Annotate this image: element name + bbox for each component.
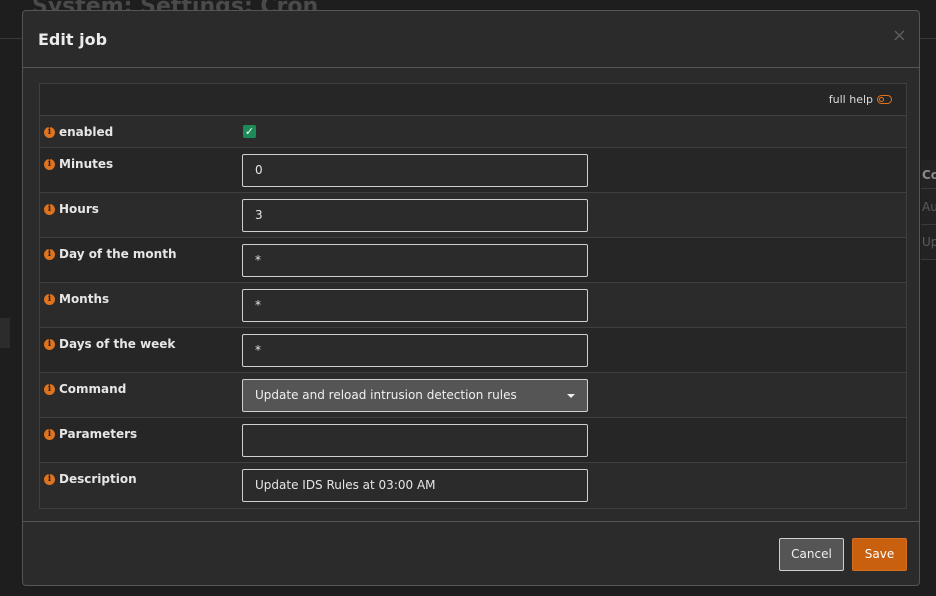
dialog-header: Edit job × [23,11,919,68]
background-table-cell: Au [922,200,936,214]
cancel-button[interactable]: Cancel [779,538,844,571]
form-row-parameters: i Parameters [40,418,906,463]
info-icon[interactable]: i [44,248,55,260]
edit-job-dialog: Edit job × full help i enabled ✓ i Minut… [22,10,920,586]
field-label: i Parameters [44,427,137,441]
full-help-label: full help [828,93,873,106]
form-row-months: i Months * [40,283,906,328]
background-table-header: Co [922,168,936,182]
form-row-days-of-week: i Days of the week * [40,328,906,373]
dialog-footer: Cancel Save [23,521,919,587]
minutes-label: Minutes [59,157,114,171]
help-bar: full help [40,84,906,116]
months-label: Months [59,292,110,306]
field-label: i Hours [44,202,99,216]
info-icon[interactable]: i [44,126,55,138]
info-icon[interactable]: i [44,158,55,170]
info-icon[interactable]: i [44,473,55,485]
form-row-day-of-month: i Day of the month * [40,238,906,283]
save-button[interactable]: Save [852,538,907,571]
info-icon[interactable]: i [44,203,55,215]
days-of-week-label: Days of the week [59,337,176,351]
dialog-title: Edit job [38,30,108,49]
info-icon[interactable]: i [44,338,55,350]
field-label: i Command [44,382,126,396]
toggle-off-icon[interactable] [877,95,892,104]
enabled-checkbox[interactable]: ✓ [243,125,256,138]
form-row-command: i Command Update and reload intrusion de… [40,373,906,418]
form-row-hours: i Hours 3 [40,193,906,238]
command-select[interactable]: Update and reload intrusion detection ru… [242,379,588,412]
parameters-input[interactable] [242,424,588,457]
chevron-down-icon [567,394,575,398]
field-label: i Months [44,292,109,306]
days-of-week-input[interactable]: * [242,334,588,367]
command-label: Command [59,382,127,396]
hours-input[interactable]: 3 [242,199,588,232]
field-label: i Description [44,472,137,486]
background-table-rule [921,259,936,260]
form-row-minutes: i Minutes 0 [40,148,906,193]
enabled-label: enabled [59,125,114,139]
full-help-toggle[interactable]: full help [829,93,892,106]
form-row-description: i Description Update IDS Rules at 03:00 … [40,463,906,508]
info-icon[interactable]: i [44,293,55,305]
day-of-month-label: Day of the month [59,247,177,261]
field-label: i Days of the week [44,337,175,351]
form-row-enabled: i enabled ✓ [40,116,906,148]
hours-label: Hours [59,202,99,216]
job-form: full help i enabled ✓ i Minutes 0 i Hour… [39,83,907,509]
info-icon[interactable]: i [44,383,55,395]
day-of-month-input[interactable]: * [242,244,588,277]
description-input[interactable]: Update IDS Rules at 03:00 AM [242,469,588,502]
background-table-rule [921,224,936,225]
field-label: i Minutes [44,157,113,171]
parameters-label: Parameters [59,427,138,441]
minutes-input[interactable]: 0 [242,154,588,187]
info-icon[interactable]: i [44,428,55,440]
months-input[interactable]: * [242,289,588,322]
command-selected-value: Update and reload intrusion detection ru… [255,388,517,402]
background-table-cell: Up [922,235,936,249]
background-sidebar-block [0,318,10,348]
field-label: i enabled [44,125,113,139]
description-label: Description [59,472,137,486]
background-table-rule [921,188,936,189]
close-icon[interactable]: × [892,25,907,46]
field-label: i Day of the month [44,247,177,261]
